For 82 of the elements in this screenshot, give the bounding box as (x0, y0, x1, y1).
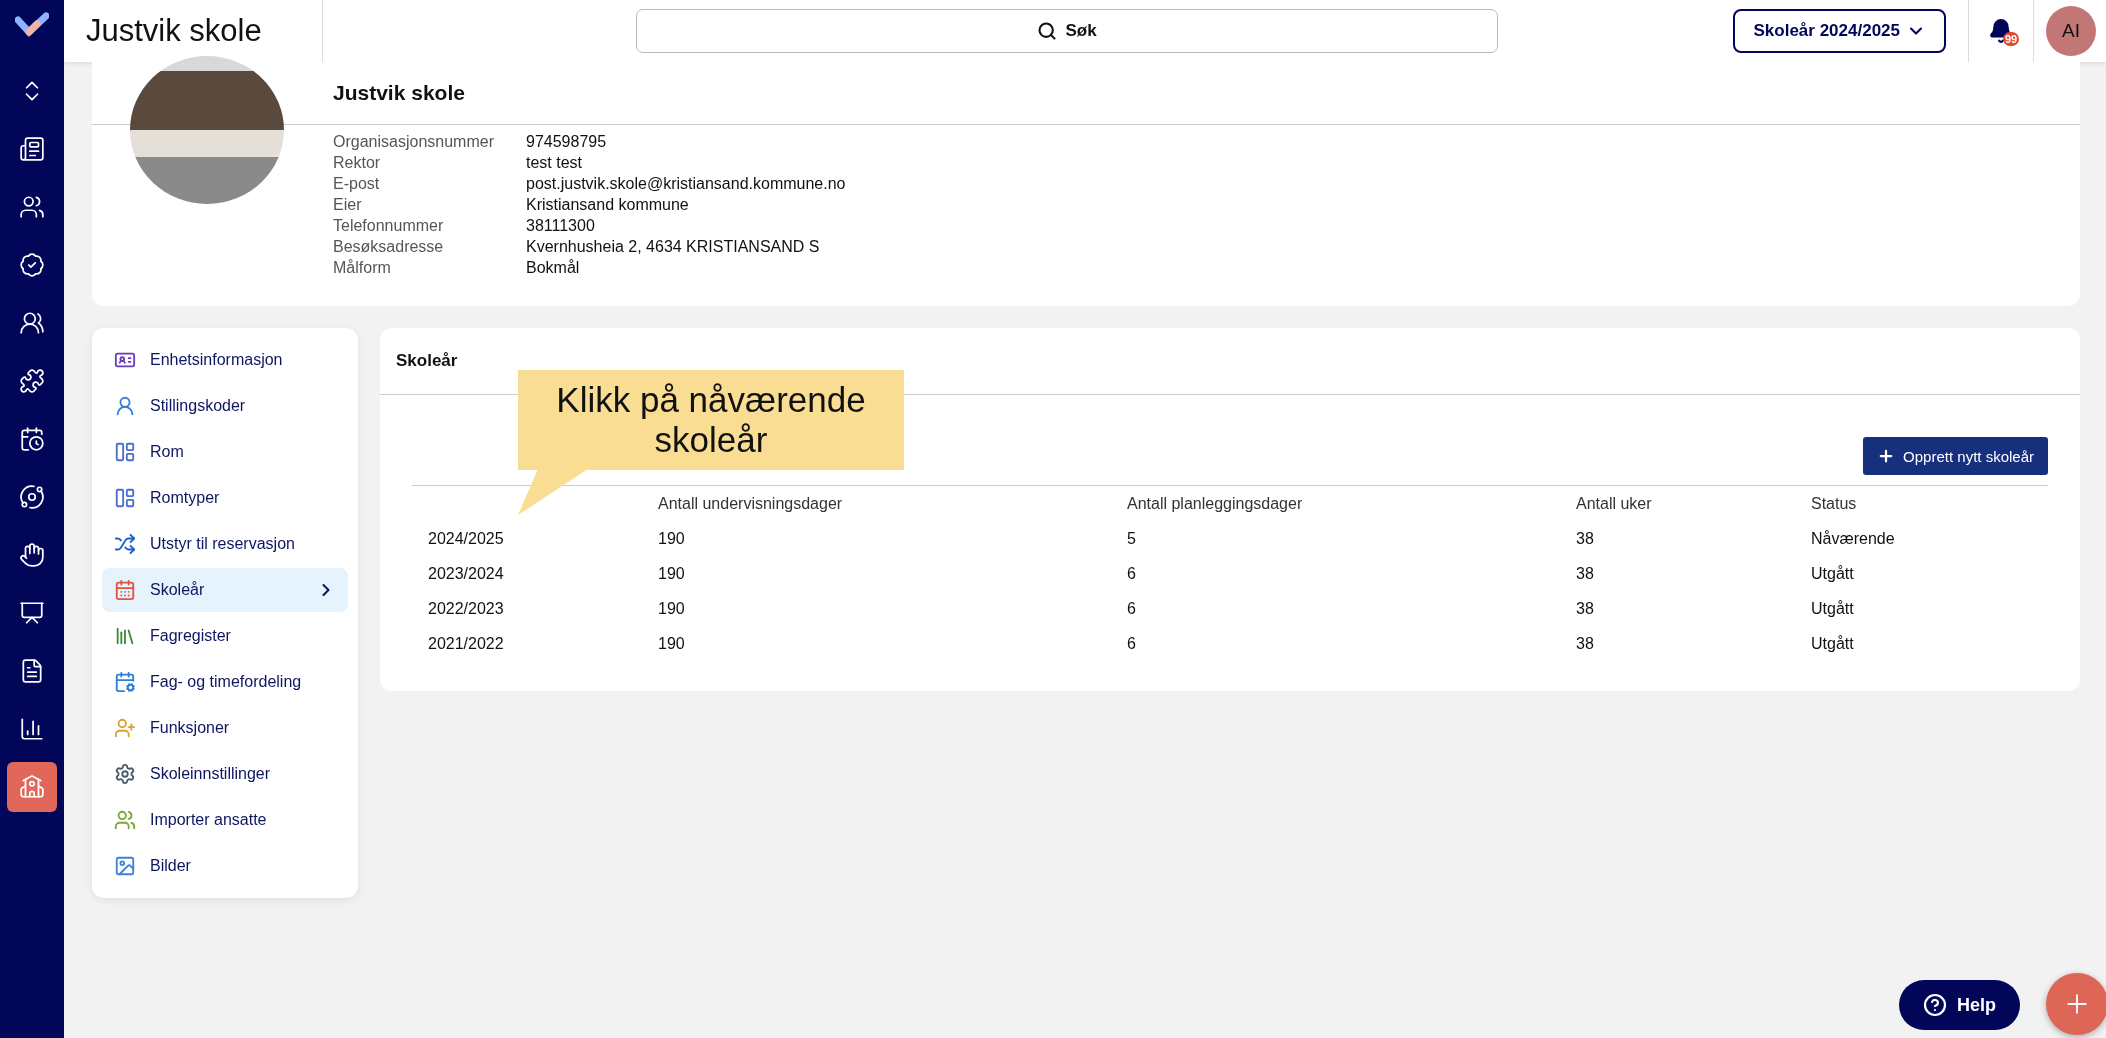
panel-title: Skoleår (396, 351, 458, 371)
field-label: Organisasjonsnummer (333, 133, 495, 151)
field-value: post.justvik.skole@kristiansand.kommune.no (526, 175, 847, 193)
bar-chart-icon (19, 716, 45, 742)
document-icon (19, 658, 45, 684)
table-cell-text: 38 (1576, 599, 1595, 618)
table-cell-text: Nåværende (1811, 529, 1896, 548)
table-cell-text: 38 (1576, 634, 1595, 653)
field-label: Målform (333, 259, 392, 277)
search-field[interactable]: Søk (636, 9, 1498, 53)
help-button[interactable]: Help (1899, 980, 2020, 1030)
arrows-icon (114, 533, 136, 555)
table-cell-text: Utgått (1811, 564, 1855, 583)
badge-icon (19, 252, 45, 278)
search-placeholder: Søk (1065, 21, 1097, 41)
field-label: E-post (333, 175, 381, 193)
hand-icon (19, 542, 45, 568)
table-cell-text: 190 (658, 634, 686, 653)
table-cell-text: 190 (658, 599, 686, 618)
table-cell-text: 190 (658, 529, 686, 548)
table-cell-text: 6 (1127, 599, 1137, 618)
table-cell-text: 190 (658, 564, 686, 583)
table-cell-text: 6 (1127, 564, 1137, 583)
field-value: Bokmål (526, 259, 581, 277)
books-icon (114, 625, 136, 647)
school-icon (19, 774, 45, 800)
school-name: Justvik skole (333, 81, 465, 105)
menu-item[interactable]: Utstyr til reservasjon (102, 522, 348, 566)
field-value: test test (526, 154, 584, 172)
menu-item[interactable]: Rom (102, 430, 348, 474)
field-label: Besøksadresse (333, 238, 445, 256)
calendar-icon (114, 579, 136, 601)
column-header: Status (1811, 494, 1858, 513)
table-cell-text: 2023/2024 (428, 564, 505, 583)
field-value: Kvernhusheia 2, 4634 KRISTIANSAND S (526, 238, 821, 256)
add-button[interactable] (2046, 973, 2106, 1035)
floor-plan-icon (114, 487, 136, 509)
menu-item[interactable]: Fagregister (102, 614, 348, 658)
field-label: Eier (333, 196, 363, 214)
field-label: Telefonnummer (333, 217, 445, 235)
menu-item[interactable]: Bilder (102, 844, 348, 888)
schedule-icon (114, 671, 136, 693)
table-cell-text: 2021/2022 (428, 634, 505, 653)
table-cell-text: Utgått (1811, 599, 1855, 618)
field-value: 38111300 (526, 217, 596, 235)
table-cell-text: 38 (1576, 529, 1595, 548)
field-value: 974598795 (526, 133, 608, 151)
create-school-year-button[interactable]: Opprett nytt skoleår (1863, 437, 2048, 475)
field-label: Rektor (333, 154, 382, 172)
menu-item[interactable]: Skoleår (102, 568, 348, 612)
newspaper-icon (19, 136, 45, 162)
floor-plan-icon (114, 441, 136, 463)
table-cell-text: 6 (1127, 634, 1137, 653)
image-icon (114, 855, 136, 877)
gear-icon (114, 763, 136, 785)
help-icon (1923, 993, 1947, 1017)
school-year-button[interactable]: Skoleår 2024/2025 (1733, 9, 1946, 53)
table-cell-text: 5 (1127, 529, 1137, 548)
menu-item[interactable]: Fag- og timefordeling (102, 660, 348, 704)
puzzle-icon (19, 368, 45, 394)
column-header: Antall uker (1576, 494, 1653, 513)
callout-tail (518, 469, 588, 515)
table-cell-text: 38 (1576, 564, 1595, 583)
column-header: Antall undervisningsdager (658, 494, 844, 513)
presentation-icon (19, 600, 45, 626)
logo-icon (15, 12, 49, 40)
menu-item[interactable]: Importer ansatte (102, 798, 348, 842)
menu-item[interactable]: Enhetsinformasjon (102, 338, 348, 382)
menu-item[interactable]: Romtyper (102, 476, 348, 520)
column-header: Antall planleggingsdager (1127, 494, 1304, 513)
table-cell-text: 2022/2023 (428, 599, 505, 618)
search-icon (1037, 21, 1058, 41)
menu-item[interactable]: Funksjoner (102, 706, 348, 750)
group-icon (19, 310, 45, 336)
notification-count: 99 (2003, 32, 2020, 46)
table-cell-text: 2024/2025 (428, 529, 505, 548)
field-value: Kristiansand kommune (526, 196, 690, 214)
table-cell-text: Utgått (1811, 634, 1855, 653)
menu-item[interactable]: Stillingskoder (102, 384, 348, 428)
calendar-clock-icon (19, 426, 45, 452)
avatar[interactable]: AI (2046, 6, 2096, 56)
menu-item[interactable]: Skoleinnstillinger (102, 752, 348, 796)
